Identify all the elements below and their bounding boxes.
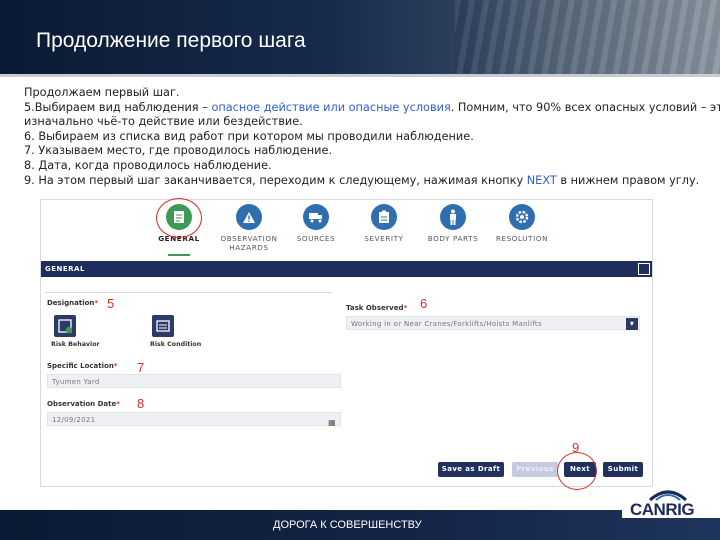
label-text: Task Observed xyxy=(346,304,404,312)
required-mark: * xyxy=(116,400,120,408)
chevron-down-icon[interactable]: ▾ xyxy=(626,318,638,330)
next-highlight-circle xyxy=(557,452,597,490)
note-text: . Помним, что 90% всех опасных условий –… xyxy=(450,100,720,114)
faint-field xyxy=(45,282,332,293)
note-line: 5.Выбираем вид наблюдения – опасное дейс… xyxy=(24,100,720,116)
location-value: Tyumen Yard xyxy=(52,378,100,386)
label-text: Specific Location xyxy=(47,362,114,370)
warning-icon xyxy=(236,204,262,230)
step-label: SEVERITY xyxy=(364,234,404,243)
required-mark: * xyxy=(403,304,408,312)
section-header: GENERAL xyxy=(41,261,652,277)
observation-date-label: Observation Date* xyxy=(47,400,120,408)
note-line: 9. На этом первый шаг заканчивается, пер… xyxy=(24,174,704,189)
annotation-5: 5 xyxy=(107,296,115,311)
task-observed-select[interactable]: Working in or Near Cranes/Forklifts/Hois… xyxy=(346,316,640,330)
footer-text: ДОРОГА К СОВЕРШЕНСТВУ xyxy=(273,519,422,531)
person-icon xyxy=(440,204,466,230)
note-line: Продолжаем первый шаг. xyxy=(24,86,180,99)
app-screenshot: GENERAL OBSERVATION HAZARDS SOURCES SEVE… xyxy=(40,198,653,490)
step-body-parts[interactable]: BODY PARTS xyxy=(413,204,493,243)
submit-button[interactable]: Submit xyxy=(603,462,643,477)
active-step-underline xyxy=(168,254,190,256)
note-line: изначально чьё-то действие или бездейств… xyxy=(24,115,303,129)
truck-icon xyxy=(303,204,329,230)
label-text: Designation xyxy=(47,299,95,307)
header-divider xyxy=(0,74,720,77)
designation-label: Designation* xyxy=(47,299,98,307)
note-text: в нижнем правом углу. xyxy=(556,173,700,187)
annotation-8: 8 xyxy=(137,396,145,411)
note-highlight: NEXT xyxy=(526,173,557,187)
company-logo: CANRIG xyxy=(630,500,695,519)
step-resolution[interactable]: RESOLUTION xyxy=(482,204,562,243)
note-line: 8. Дата, когда проводилось наблюдение. xyxy=(24,158,272,172)
date-value: 12/09/2021 xyxy=(52,416,96,424)
risk-behavior-icon xyxy=(58,319,73,334)
clipboard-icon xyxy=(371,204,397,230)
section-title: GENERAL xyxy=(45,265,85,273)
previous-button[interactable]: Previous xyxy=(512,462,558,477)
gear-icon xyxy=(509,204,535,230)
required-mark: * xyxy=(94,299,99,307)
risk-behavior-label: Risk Behavior xyxy=(51,341,100,348)
step-label: BODY PARTS xyxy=(427,234,479,243)
task-observed-label: Task Observed* xyxy=(346,304,407,312)
note-line: 7. Указываем место, где проводилось набл… xyxy=(24,144,333,158)
note-highlight: опасное действие или опасные условия xyxy=(211,100,451,114)
label-text: Observation Date xyxy=(47,400,117,408)
risk-condition-icon xyxy=(156,320,170,332)
slide-header: Продолжение первого шага xyxy=(0,0,720,74)
risk-condition-label: Risk Condition xyxy=(150,341,202,348)
step-label: RESOLUTION xyxy=(495,234,549,243)
wizard-steps: GENERAL OBSERVATION HAZARDS SOURCES SEVE… xyxy=(41,200,652,258)
general-highlight-circle xyxy=(156,198,202,238)
instructions-text: Продолжаем первый шаг. 5.Выбираем вид на… xyxy=(24,86,720,189)
required-mark: * xyxy=(113,362,118,370)
save-draft-button[interactable]: Save as Draft xyxy=(438,462,504,477)
note-line: 6. Выбираем из списка вид работ при кото… xyxy=(24,129,474,143)
note-text: 9. На этом первый шаг заканчивается, пер… xyxy=(24,173,527,187)
observation-date-input[interactable]: 12/09/2021 ▦ xyxy=(47,412,341,427)
step-severity[interactable]: SEVERITY xyxy=(344,204,424,243)
slide-title: Продолжение первого шага xyxy=(36,29,306,52)
annotation-6: 6 xyxy=(420,296,428,311)
calendar-icon[interactable]: ▦ xyxy=(328,416,336,430)
header-photo xyxy=(455,0,720,74)
specific-location-label: Specific Location* xyxy=(47,362,117,370)
edit-icon[interactable] xyxy=(638,263,650,275)
task-observed-value: Working in or Near Cranes/Forklifts/Hois… xyxy=(351,320,542,328)
annotation-7: 7 xyxy=(137,360,145,375)
risk-condition-button[interactable] xyxy=(152,315,174,337)
note-text: 5.Выбираем вид наблюдения – xyxy=(24,100,212,114)
specific-location-input[interactable]: Tyumen Yard xyxy=(47,374,341,388)
risk-behavior-button[interactable] xyxy=(54,315,76,337)
